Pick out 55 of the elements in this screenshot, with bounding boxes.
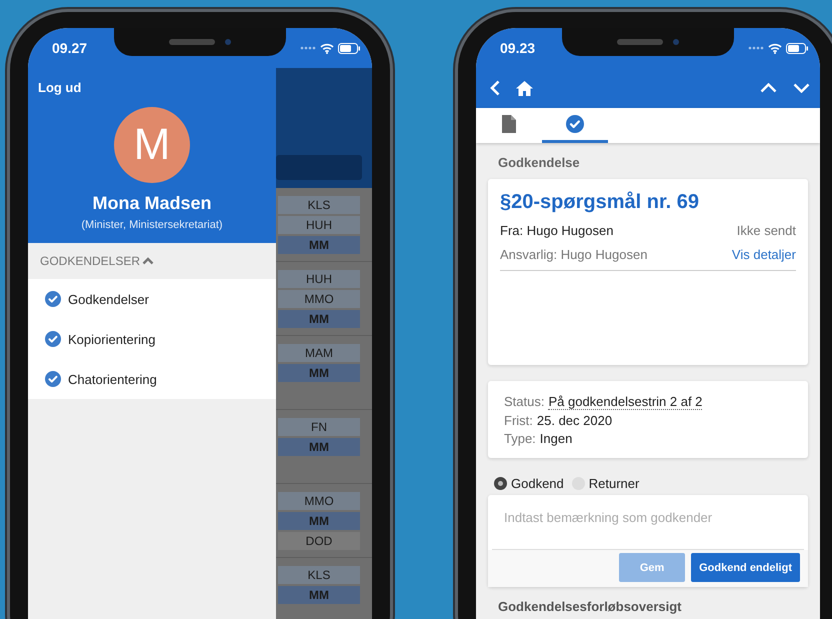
responsible-text: Ansvarlig: Hugo Hugosen bbox=[500, 247, 648, 262]
initials-tag: DOD bbox=[278, 532, 360, 550]
signal-icon bbox=[300, 46, 316, 50]
status-time: 09.27 bbox=[52, 40, 88, 56]
status-time: 09.23 bbox=[500, 40, 536, 56]
initials-tag: MM bbox=[278, 438, 360, 456]
initials-tag: MMO bbox=[278, 492, 360, 510]
case-title: §20-spørgsmål nr. 69 bbox=[500, 191, 700, 214]
initials-tag: HUH bbox=[278, 270, 360, 288]
details-link[interactable]: Vis detaljer bbox=[732, 247, 796, 262]
home-icon[interactable] bbox=[516, 80, 533, 96]
menu-item[interactable]: Kopiorientering bbox=[28, 319, 276, 359]
user-role: (Minister, Ministersekretariat) bbox=[81, 219, 223, 231]
initials-tag: MMO bbox=[278, 290, 360, 308]
check-circle-icon bbox=[566, 115, 584, 133]
initials-tag: KLS bbox=[278, 566, 360, 584]
approve-button[interactable]: Godkend endeligt bbox=[691, 553, 800, 582]
wifi-icon bbox=[320, 42, 334, 54]
info-label: Frist: bbox=[504, 413, 533, 428]
initials-tag: HUH bbox=[278, 216, 360, 234]
initials-tag: MM bbox=[278, 310, 360, 328]
chevron-down-icon[interactable] bbox=[793, 83, 810, 93]
initials-tag: MM bbox=[278, 364, 360, 382]
caret-icon[interactable] bbox=[142, 257, 154, 265]
radio-option[interactable]: Returner bbox=[572, 476, 640, 491]
avatar-initial: M bbox=[114, 107, 190, 183]
initials-tag: KLS bbox=[278, 196, 360, 214]
sender-text: Fra: Hugo Hugosen bbox=[500, 223, 614, 238]
menu-item[interactable]: Chatorientering bbox=[28, 359, 276, 399]
section-title: Godkendelsesforløbsoversigt bbox=[497, 598, 682, 614]
user-name: Mona Madsen bbox=[92, 193, 212, 214]
battery-icon bbox=[338, 42, 360, 54]
section-title: GODKENDELSER bbox=[40, 254, 140, 268]
battery-icon bbox=[786, 42, 808, 54]
info-value: 25. dec 2020 bbox=[536, 413, 612, 428]
chevron-up-icon[interactable] bbox=[760, 83, 777, 93]
initials-tag: MM bbox=[278, 586, 360, 604]
info-value: På godkendelsestrin 2 af 2 bbox=[548, 394, 702, 410]
back-icon[interactable] bbox=[490, 80, 500, 96]
remark-input[interactable]: Indtast bemærkning som godkender bbox=[492, 495, 804, 549]
info-label: Status: bbox=[504, 394, 544, 410]
send-status: Ikke sendt bbox=[736, 223, 796, 238]
initials-tag: MM bbox=[278, 236, 360, 254]
document-icon bbox=[502, 115, 516, 133]
wifi-icon bbox=[768, 42, 782, 54]
menu-item[interactable]: Godkendelser bbox=[28, 279, 276, 319]
initials-tag: FN bbox=[278, 418, 360, 436]
info-label: Type: bbox=[504, 431, 536, 446]
initials-tag: MAM bbox=[278, 344, 360, 362]
signal-icon bbox=[748, 46, 764, 50]
section-title: Godkendelse bbox=[497, 154, 581, 172]
logout-link[interactable]: Log ud bbox=[38, 80, 82, 95]
info-value: Ingen bbox=[540, 431, 572, 446]
radio-option[interactable]: Godkend bbox=[494, 476, 564, 491]
initials-tag: MM bbox=[278, 512, 360, 530]
